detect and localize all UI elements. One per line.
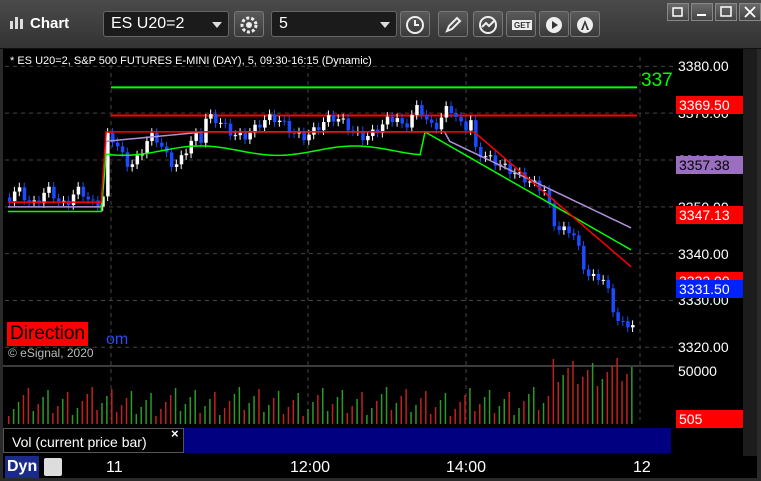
gear-icon — [240, 16, 258, 34]
volume-panel-label: Vol (current price bar) — [3, 428, 184, 453]
x-tick-label: 12 — [633, 459, 651, 476]
x-tick-label: 12:00 — [290, 459, 331, 476]
close-icon[interactable]: × — [171, 426, 179, 441]
settings-button[interactable] — [234, 11, 264, 37]
draw-button[interactable] — [438, 11, 468, 37]
x-tick-label: 14:00 — [446, 459, 487, 476]
maximize-button[interactable] — [715, 3, 737, 21]
app-title: Chart — [30, 15, 70, 32]
volume-tick-label: 50000 — [678, 363, 717, 379]
y-tick-label: 3340.00 — [678, 245, 729, 262]
green-line-label: 337 — [641, 70, 673, 91]
clock-icon — [406, 16, 424, 34]
chart-app-icon — [10, 17, 23, 29]
chevron-down-icon — [212, 22, 222, 28]
play-icon — [546, 17, 562, 33]
price-marker: 3357.38 — [676, 156, 743, 174]
maximize-icon — [720, 6, 732, 17]
vertical-scrollbar[interactable] — [743, 49, 757, 458]
get-button[interactable]: GET — [506, 11, 536, 37]
pencil-icon — [445, 16, 462, 33]
volume-label: Vol (current price bar) — [12, 434, 147, 450]
alert-button[interactable] — [570, 11, 600, 37]
direction-label: Direction — [7, 322, 88, 346]
study-button[interactable] — [473, 11, 503, 37]
volume-panel-footer — [184, 428, 671, 453]
close-icon — [744, 6, 756, 18]
get-icon: GET — [512, 20, 532, 30]
svg-text:GET: GET — [514, 21, 531, 30]
time-button[interactable] — [400, 11, 430, 37]
alert-icon — [577, 17, 593, 33]
title-bar: Chart ES U20=2 5 GET — [0, 0, 761, 49]
price-marker: 3347.13 — [676, 206, 743, 224]
dyn-label[interactable]: Dyn — [5, 456, 40, 478]
watermark: © eSignal, 2020 — [8, 346, 94, 360]
minimize-button[interactable] — [691, 3, 713, 21]
price-marker: 3331.50 — [676, 280, 743, 298]
symbol-combo[interactable]: ES U20=2 — [103, 11, 229, 37]
chart-header: * ES U20=2, S&P 500 FUTURES E-MINI (DAY)… — [10, 55, 372, 67]
x-tick-label: 11 — [106, 459, 123, 476]
study-icon — [479, 16, 497, 34]
volume-current: 505 — [676, 410, 743, 428]
y-tick-label: 3380.00 — [678, 58, 729, 75]
chevron-down-icon — [380, 22, 390, 28]
chart-area[interactable] — [3, 49, 757, 458]
symbol-value: ES U20=2 — [111, 15, 185, 32]
close-button[interactable] — [739, 3, 761, 21]
restore-button[interactable] — [667, 3, 689, 21]
restore-icon — [672, 7, 683, 17]
minimize-icon — [697, 14, 706, 16]
dyn-settings-icon[interactable] — [44, 458, 62, 476]
interval-value: 5 — [279, 15, 288, 32]
y-tick-label: 3320.00 — [678, 339, 729, 356]
play-button[interactable] — [539, 11, 569, 37]
direction-tail: om — [106, 331, 129, 348]
interval-combo[interactable]: 5 — [271, 11, 397, 37]
price-marker: 3369.50 — [676, 96, 743, 114]
